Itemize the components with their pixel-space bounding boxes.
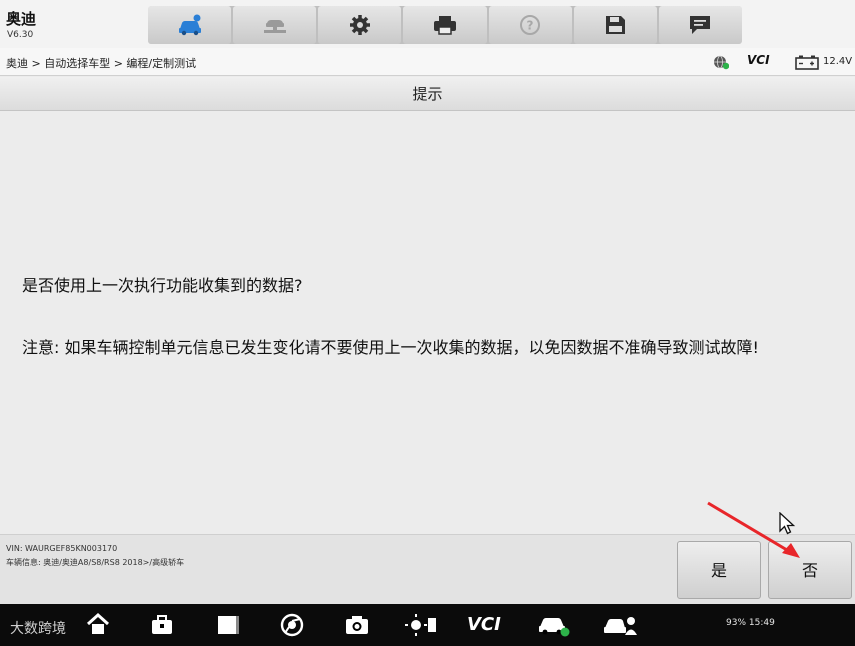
dialog-question: 是否使用上一次执行功能收集到的数据?	[22, 276, 303, 295]
home-icon[interactable]	[84, 612, 112, 638]
dialog-content: 是否使用上一次执行功能收集到的数据? 注意: 如果车辆控制单元信息已发生变化请不…	[0, 112, 855, 534]
watermark-text: 大数跨境	[10, 621, 66, 637]
system-status: 93% 15:49	[726, 618, 775, 628]
toolbar-lift-button[interactable]	[233, 6, 317, 44]
app-window: 奥迪 V6.30 ? 奥迪 > 自动选择车型 > 编程/定制测试 VCI 12.…	[0, 0, 855, 646]
battery-icon	[795, 55, 819, 70]
toolbar: ?	[148, 6, 742, 44]
svg-text:?: ?	[527, 19, 534, 33]
toolbox-icon[interactable]	[148, 612, 176, 638]
recent-apps-icon[interactable]	[214, 612, 242, 638]
toolbar-message-button[interactable]	[658, 6, 742, 44]
vci-app-icon[interactable]: VCI	[467, 614, 501, 635]
vehicle-lift-icon	[263, 20, 286, 33]
vehicle-info-text: 车辆信息: 奥迪/奥迪A8/S8/RS8 2018>/高级轿车	[6, 558, 185, 567]
toolbar-diagnostics-button[interactable]	[148, 6, 232, 44]
system-navigation-bar: 大数跨境 VCI 93% 15:49	[0, 604, 855, 646]
toolbar-help-button[interactable]: ?	[488, 6, 572, 44]
vci-status: VCI	[747, 53, 770, 67]
message-icon	[690, 16, 711, 34]
breadcrumb-bar: 奥迪 > 自动选择车型 > 编程/定制测试 VCI 12.4V	[0, 48, 855, 76]
remote-icon[interactable]	[602, 612, 638, 638]
app-title: 奥迪	[6, 10, 37, 28]
gear-icon	[349, 15, 370, 35]
chrome-icon[interactable]	[278, 612, 306, 638]
camera-icon[interactable]	[343, 612, 371, 638]
toolbar-settings-button[interactable]	[318, 6, 402, 44]
printer-icon	[433, 16, 456, 35]
battery-voltage: 12.4V	[823, 56, 853, 67]
help-icon: ?	[520, 15, 541, 35]
dialog-title: 提示	[0, 77, 855, 111]
dialog-notice: 注意: 如果车辆控制单元信息已发生变化请不要使用上一次收集的数据，以免因数据不准…	[22, 338, 759, 357]
vin-text: VIN: WAURGEF85KN003170	[6, 544, 118, 553]
mouse-cursor-icon	[779, 512, 796, 535]
car-diagnostics-icon	[178, 14, 201, 36]
save-icon	[606, 16, 626, 34]
breadcrumb: 奥迪 > 自动选择车型 > 编程/定制测试	[6, 57, 197, 70]
brightness-icon[interactable]	[404, 612, 438, 638]
toolbar-print-button[interactable]	[403, 6, 487, 44]
app-version: V6.30	[7, 30, 34, 40]
car-check-icon[interactable]	[536, 612, 572, 638]
header: 奥迪 V6.30 ?	[0, 0, 855, 48]
globe-icon	[714, 55, 729, 70]
toolbar-save-button[interactable]	[573, 6, 657, 44]
